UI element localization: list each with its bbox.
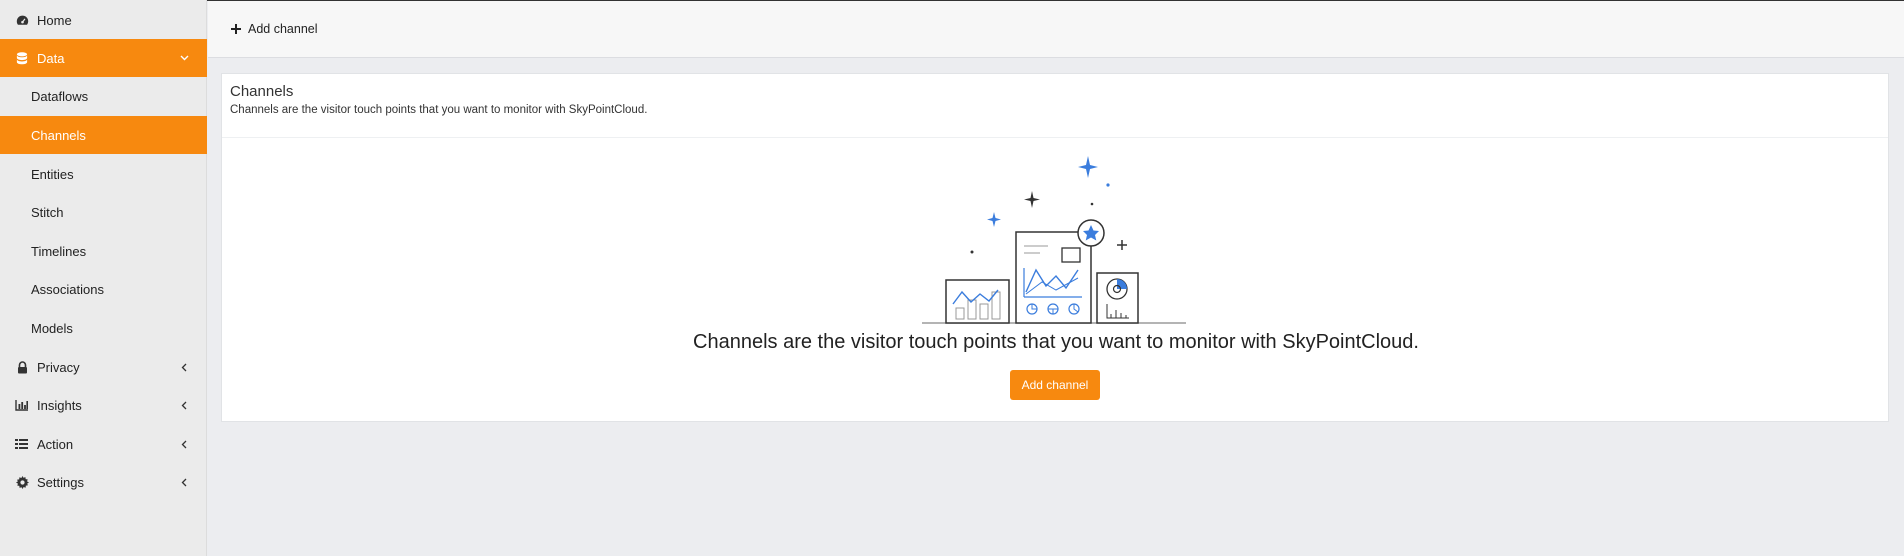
- sidebar-item-label: Insights: [37, 397, 82, 413]
- toolbar: Add channel: [208, 1, 1904, 58]
- sidebar-item-data[interactable]: Data: [0, 39, 207, 77]
- sidebar-item-label: Data: [37, 50, 65, 66]
- sidebar-subitem-dataflows[interactable]: Dataflows: [0, 77, 207, 115]
- empty-state-illustration: [922, 156, 1186, 324]
- sidebar-item-label: Privacy: [37, 359, 80, 375]
- page-subtitle: Channels are the visitor touch points th…: [230, 104, 648, 116]
- sidebar-subitem-channels[interactable]: Channels: [0, 116, 207, 154]
- sidebar-subitem-models[interactable]: Models: [0, 309, 207, 347]
- sidebar-subitem-entities[interactable]: Entities: [0, 155, 207, 193]
- sidebar-subitem-stitch[interactable]: Stitch: [0, 193, 207, 231]
- chevron-left-icon: [177, 401, 191, 410]
- plus-icon: [231, 24, 241, 34]
- card-header: Channels Channels are the visitor touch …: [222, 74, 1888, 138]
- add-channel-label: Add channel: [248, 22, 318, 36]
- dashboard-icon: [15, 13, 29, 27]
- sidebar: Home Data Dataflows Channels Entities St…: [0, 0, 207, 556]
- list-icon: [15, 437, 29, 451]
- sidebar-subitem-timelines[interactable]: Timelines: [0, 232, 207, 270]
- chevron-down-icon: [177, 55, 191, 61]
- empty-state-message: Channels are the visitor touch points th…: [693, 331, 1419, 353]
- chevron-left-icon: [177, 363, 191, 372]
- sidebar-subitem-associations[interactable]: Associations: [0, 270, 207, 308]
- lock-icon: [15, 360, 29, 374]
- sidebar-item-settings[interactable]: Settings: [0, 463, 207, 501]
- sidebar-item-privacy[interactable]: Privacy: [0, 348, 207, 386]
- channels-card: Channels Channels are the visitor touch …: [221, 73, 1889, 422]
- database-icon: [15, 51, 29, 65]
- chevron-left-icon: [177, 440, 191, 449]
- sidebar-item-label: Action: [37, 436, 74, 452]
- sidebar-item-insights[interactable]: Insights: [0, 386, 207, 424]
- sidebar-item-home[interactable]: Home: [0, 1, 207, 39]
- sidebar-item-action[interactable]: Action: [0, 425, 207, 463]
- bar-chart-icon: [15, 398, 29, 412]
- add-channel-link[interactable]: Add channel: [231, 22, 318, 36]
- chevron-left-icon: [177, 478, 191, 487]
- sidebar-item-label: Home: [37, 12, 72, 28]
- page-title: Channels: [230, 83, 294, 100]
- gear-icon: [15, 475, 29, 489]
- add-channel-button[interactable]: Add channel: [1010, 370, 1100, 400]
- sidebar-item-label: Settings: [37, 474, 84, 490]
